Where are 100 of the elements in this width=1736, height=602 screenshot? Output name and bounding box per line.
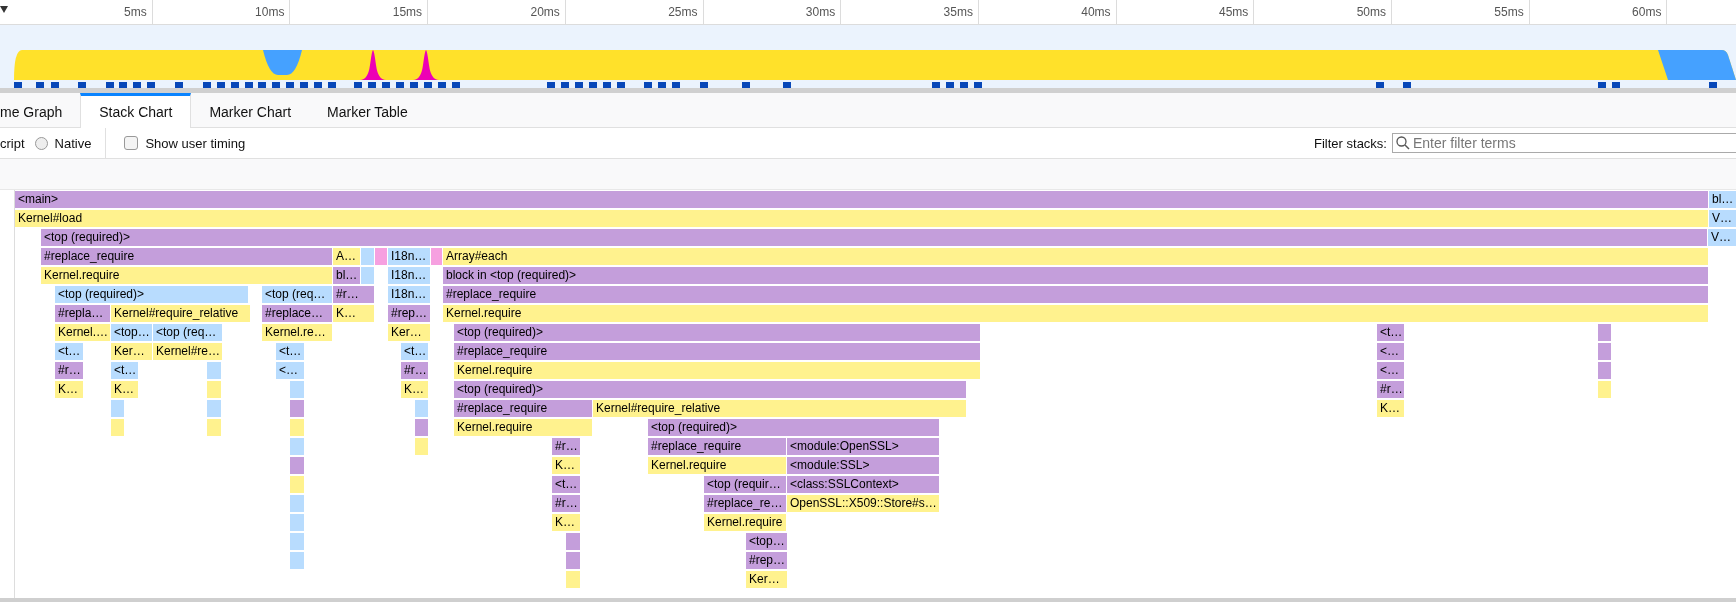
stack-frame[interactable]: <main>: [15, 191, 1708, 208]
stack-frame[interactable]: A…: [333, 248, 360, 265]
tab[interactable]: Marker Table: [309, 93, 426, 127]
stack-frame[interactable]: K…: [1377, 400, 1404, 417]
stack-frame[interactable]: [207, 419, 221, 436]
stack-frame[interactable]: #replace_re…: [704, 495, 786, 512]
stack-frame[interactable]: #replace_require: [454, 400, 592, 417]
stack-frame[interactable]: #r…: [1377, 381, 1404, 398]
stack-frame[interactable]: [290, 457, 304, 474]
stack-frame[interactable]: [290, 495, 304, 512]
stack-frame[interactable]: Ker…: [111, 343, 152, 360]
stack-frame[interactable]: [290, 533, 304, 550]
stack-frame[interactable]: <top (required)>: [454, 324, 980, 341]
stack-frame[interactable]: #rep…: [746, 552, 787, 569]
stack-frame[interactable]: <t…: [55, 343, 83, 360]
stack-frame[interactable]: [361, 248, 374, 265]
stack-frame[interactable]: Kernel.require: [443, 305, 1708, 322]
stack-frame[interactable]: [566, 552, 580, 569]
stack-frame[interactable]: OpenSSL::X509::Store#s…: [787, 495, 939, 512]
stack-frame[interactable]: Ker…: [746, 571, 787, 588]
stack-frame[interactable]: [375, 248, 387, 265]
collapse-triangle-icon[interactable]: [0, 6, 8, 13]
stack-frame[interactable]: K…: [401, 381, 428, 398]
stack-frame[interactable]: [290, 400, 304, 417]
stack-frame[interactable]: #replace_require: [443, 286, 1708, 303]
stack-frame[interactable]: [415, 419, 428, 436]
stack-frame[interactable]: [207, 400, 221, 417]
stack-frame[interactable]: [290, 381, 304, 398]
stack-frame[interactable]: #replace_require: [41, 248, 332, 265]
stack-frame[interactable]: V…: [1709, 210, 1736, 227]
stack-frame[interactable]: <class:SSLContext>: [787, 476, 939, 493]
stack-frame[interactable]: Kernel#require_relative: [593, 400, 966, 417]
radio-label[interactable]: cript: [0, 135, 25, 151]
stack-frame[interactable]: K…: [552, 514, 580, 531]
stack-frame[interactable]: [415, 438, 428, 455]
stack-frame[interactable]: [111, 419, 124, 436]
stack-frame[interactable]: #rep…: [388, 305, 430, 322]
stack-frame[interactable]: Kernel.require: [648, 457, 786, 474]
stack-frame[interactable]: #r…: [55, 362, 83, 379]
stack-frame[interactable]: <top (required)>: [648, 419, 939, 436]
stack-frame[interactable]: #repla…: [55, 305, 110, 322]
tab[interactable]: Stack Chart: [80, 93, 192, 128]
stack-frame[interactable]: [431, 248, 442, 265]
stack-frame[interactable]: Kernel.require: [454, 362, 980, 379]
stack-frame[interactable]: <t…: [111, 362, 138, 379]
checkbox-icon[interactable]: [124, 136, 139, 150]
stack-frame[interactable]: Array#each: [443, 248, 1708, 265]
stack-frame[interactable]: Kernel.require: [704, 514, 786, 531]
stack-frame[interactable]: #replace…: [262, 305, 332, 322]
stack-frame[interactable]: Kernel.require: [454, 419, 592, 436]
stack-frame[interactable]: <…: [276, 362, 304, 379]
stack-frame[interactable]: [360, 305, 374, 322]
stack-frame[interactable]: #replace_require: [648, 438, 786, 455]
stack-frame[interactable]: <top (req…: [262, 286, 332, 303]
stack-frame[interactable]: Ker…: [388, 324, 430, 341]
radio-circle-icon[interactable]: [34, 136, 48, 150]
stack-frame[interactable]: <module:SSL>: [787, 457, 939, 474]
stack-frame[interactable]: <top (required)>: [55, 286, 248, 303]
stack-frame[interactable]: #r…: [401, 362, 428, 379]
stack-frame[interactable]: K…: [552, 457, 580, 474]
stack-frame[interactable]: <…: [1377, 362, 1404, 379]
stack-frame[interactable]: I18n…: [388, 248, 430, 265]
stack-frame[interactable]: <module:OpenSSL>: [787, 438, 939, 455]
stack-frame[interactable]: #r…: [333, 286, 360, 303]
stack-frame[interactable]: #r…: [552, 438, 580, 455]
stack-frame[interactable]: <…: [1377, 343, 1404, 360]
tab[interactable]: Marker Chart: [191, 93, 310, 127]
stack-frame[interactable]: [207, 362, 221, 379]
stack-frame[interactable]: [290, 552, 304, 569]
stack-frame[interactable]: <t…: [276, 343, 304, 360]
stack-frame[interactable]: <top (requir…: [704, 476, 786, 493]
stack-frame[interactable]: [566, 571, 580, 588]
stack-frame[interactable]: #r…: [552, 495, 580, 512]
stack-frame[interactable]: <top (required)>: [454, 381, 966, 398]
stack-frame[interactable]: [415, 400, 428, 417]
stack-frame[interactable]: Kernel.require: [41, 267, 332, 284]
stack-frame[interactable]: Kernel.…: [55, 324, 110, 341]
stack-frame[interactable]: [1598, 324, 1611, 341]
stack-frame[interactable]: Kernel#load: [15, 210, 1708, 227]
tab[interactable]: me Graph: [0, 93, 81, 127]
stack-frame[interactable]: [566, 533, 580, 550]
stack-frame[interactable]: [290, 514, 304, 531]
stack-frame[interactable]: I18n…: [388, 286, 430, 303]
stack-frame[interactable]: bl…: [1709, 191, 1736, 208]
stack-frame[interactable]: [207, 381, 221, 398]
stack-frame[interactable]: Kernel.re…: [262, 324, 332, 341]
stack-frame[interactable]: Kernel#require_relative: [111, 305, 250, 322]
stack-frame[interactable]: [111, 400, 124, 417]
stack-frame[interactable]: block in <top (required)>: [443, 267, 1708, 284]
stack-frame[interactable]: <t…: [552, 476, 580, 493]
stack-frame[interactable]: bl…: [333, 267, 360, 284]
stack-frame[interactable]: [1598, 381, 1611, 398]
stack-frame[interactable]: [290, 438, 304, 455]
stack-frame[interactable]: I18n…: [388, 267, 430, 284]
stack-frame[interactable]: V…: [1708, 229, 1736, 246]
native-radio[interactable]: Native: [34, 135, 92, 151]
stack-frame[interactable]: [290, 419, 304, 436]
stack-frame[interactable]: K…: [333, 305, 360, 322]
stack-frame[interactable]: [290, 476, 304, 493]
stack-frame[interactable]: K…: [111, 381, 138, 398]
